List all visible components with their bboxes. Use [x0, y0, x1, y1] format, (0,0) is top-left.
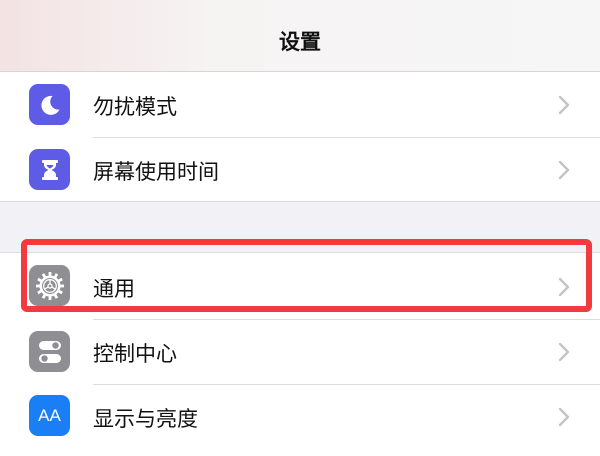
settings-row-label: 控制中心	[93, 342, 177, 366]
settings-row-screen-time[interactable]: 屏幕使用时间	[0, 138, 600, 204]
chevron-right-icon	[558, 160, 570, 180]
page-title: 设置	[279, 30, 321, 54]
chevron-right-icon	[558, 342, 570, 362]
toggles-icon	[29, 331, 70, 372]
settings-row-label: 勿扰模式	[93, 95, 177, 119]
chevron-right-icon	[558, 407, 570, 427]
settings-row-label: 显示与亮度	[93, 407, 198, 431]
settings-row-control-center[interactable]: 控制中心	[0, 320, 600, 386]
moon-icon	[29, 84, 70, 125]
settings-row-do-not-disturb[interactable]: 勿扰模式	[0, 72, 600, 138]
settings-group-focus: 勿扰模式 屏幕使用时间	[0, 72, 600, 202]
settings-row-label: 屏幕使用时间	[93, 160, 219, 184]
settings-row-display-brightness[interactable]: AA 显示与亮度	[0, 385, 600, 451]
chevron-right-icon	[558, 95, 570, 115]
text-size-icon: AA	[29, 395, 70, 436]
hourglass-icon	[29, 149, 70, 190]
navigation-bar: 设置	[0, 0, 600, 72]
highlight-box	[21, 239, 592, 312]
